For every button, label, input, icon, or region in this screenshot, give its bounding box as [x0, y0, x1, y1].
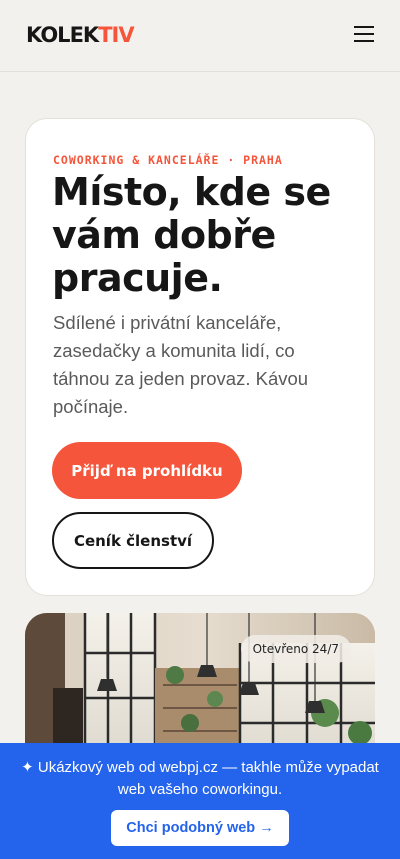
- membership-pricing-button[interactable]: Ceník členství: [52, 512, 214, 569]
- open-hours-badge: Otevřeno 24/7: [240, 635, 351, 663]
- hero-card: COWORKING & KANCELÁŘE · PRAHA Místo, kde…: [25, 118, 375, 596]
- site-logo[interactable]: KOLEKTIV: [26, 23, 135, 47]
- promo-banner: ✦ Ukázkový web od webpj.cz — takhle může…: [0, 743, 400, 859]
- hero-eyebrow: COWORKING & KANCELÁŘE · PRAHA: [53, 153, 283, 167]
- promo-text: ✦ Ukázkový web od webpj.cz — takhle může…: [21, 759, 379, 798]
- promo-cta-button[interactable]: Chci podobný web →: [111, 810, 289, 846]
- hamburger-menu-icon[interactable]: [354, 24, 374, 44]
- logo-main: KOLEK: [26, 23, 99, 47]
- hero-lead: Sdílené i privátní kanceláře, zasedačky …: [53, 312, 309, 417]
- book-tour-button[interactable]: Přijď na prohlídku: [52, 442, 242, 499]
- menu-line: [354, 26, 374, 28]
- menu-line: [354, 33, 374, 35]
- site-header: KOLEKTIV: [0, 0, 400, 72]
- menu-line: [354, 40, 374, 42]
- logo-accent: TIV: [98, 23, 134, 47]
- hero-headline: Místo, kde se vám dobře pracuje.: [52, 170, 331, 300]
